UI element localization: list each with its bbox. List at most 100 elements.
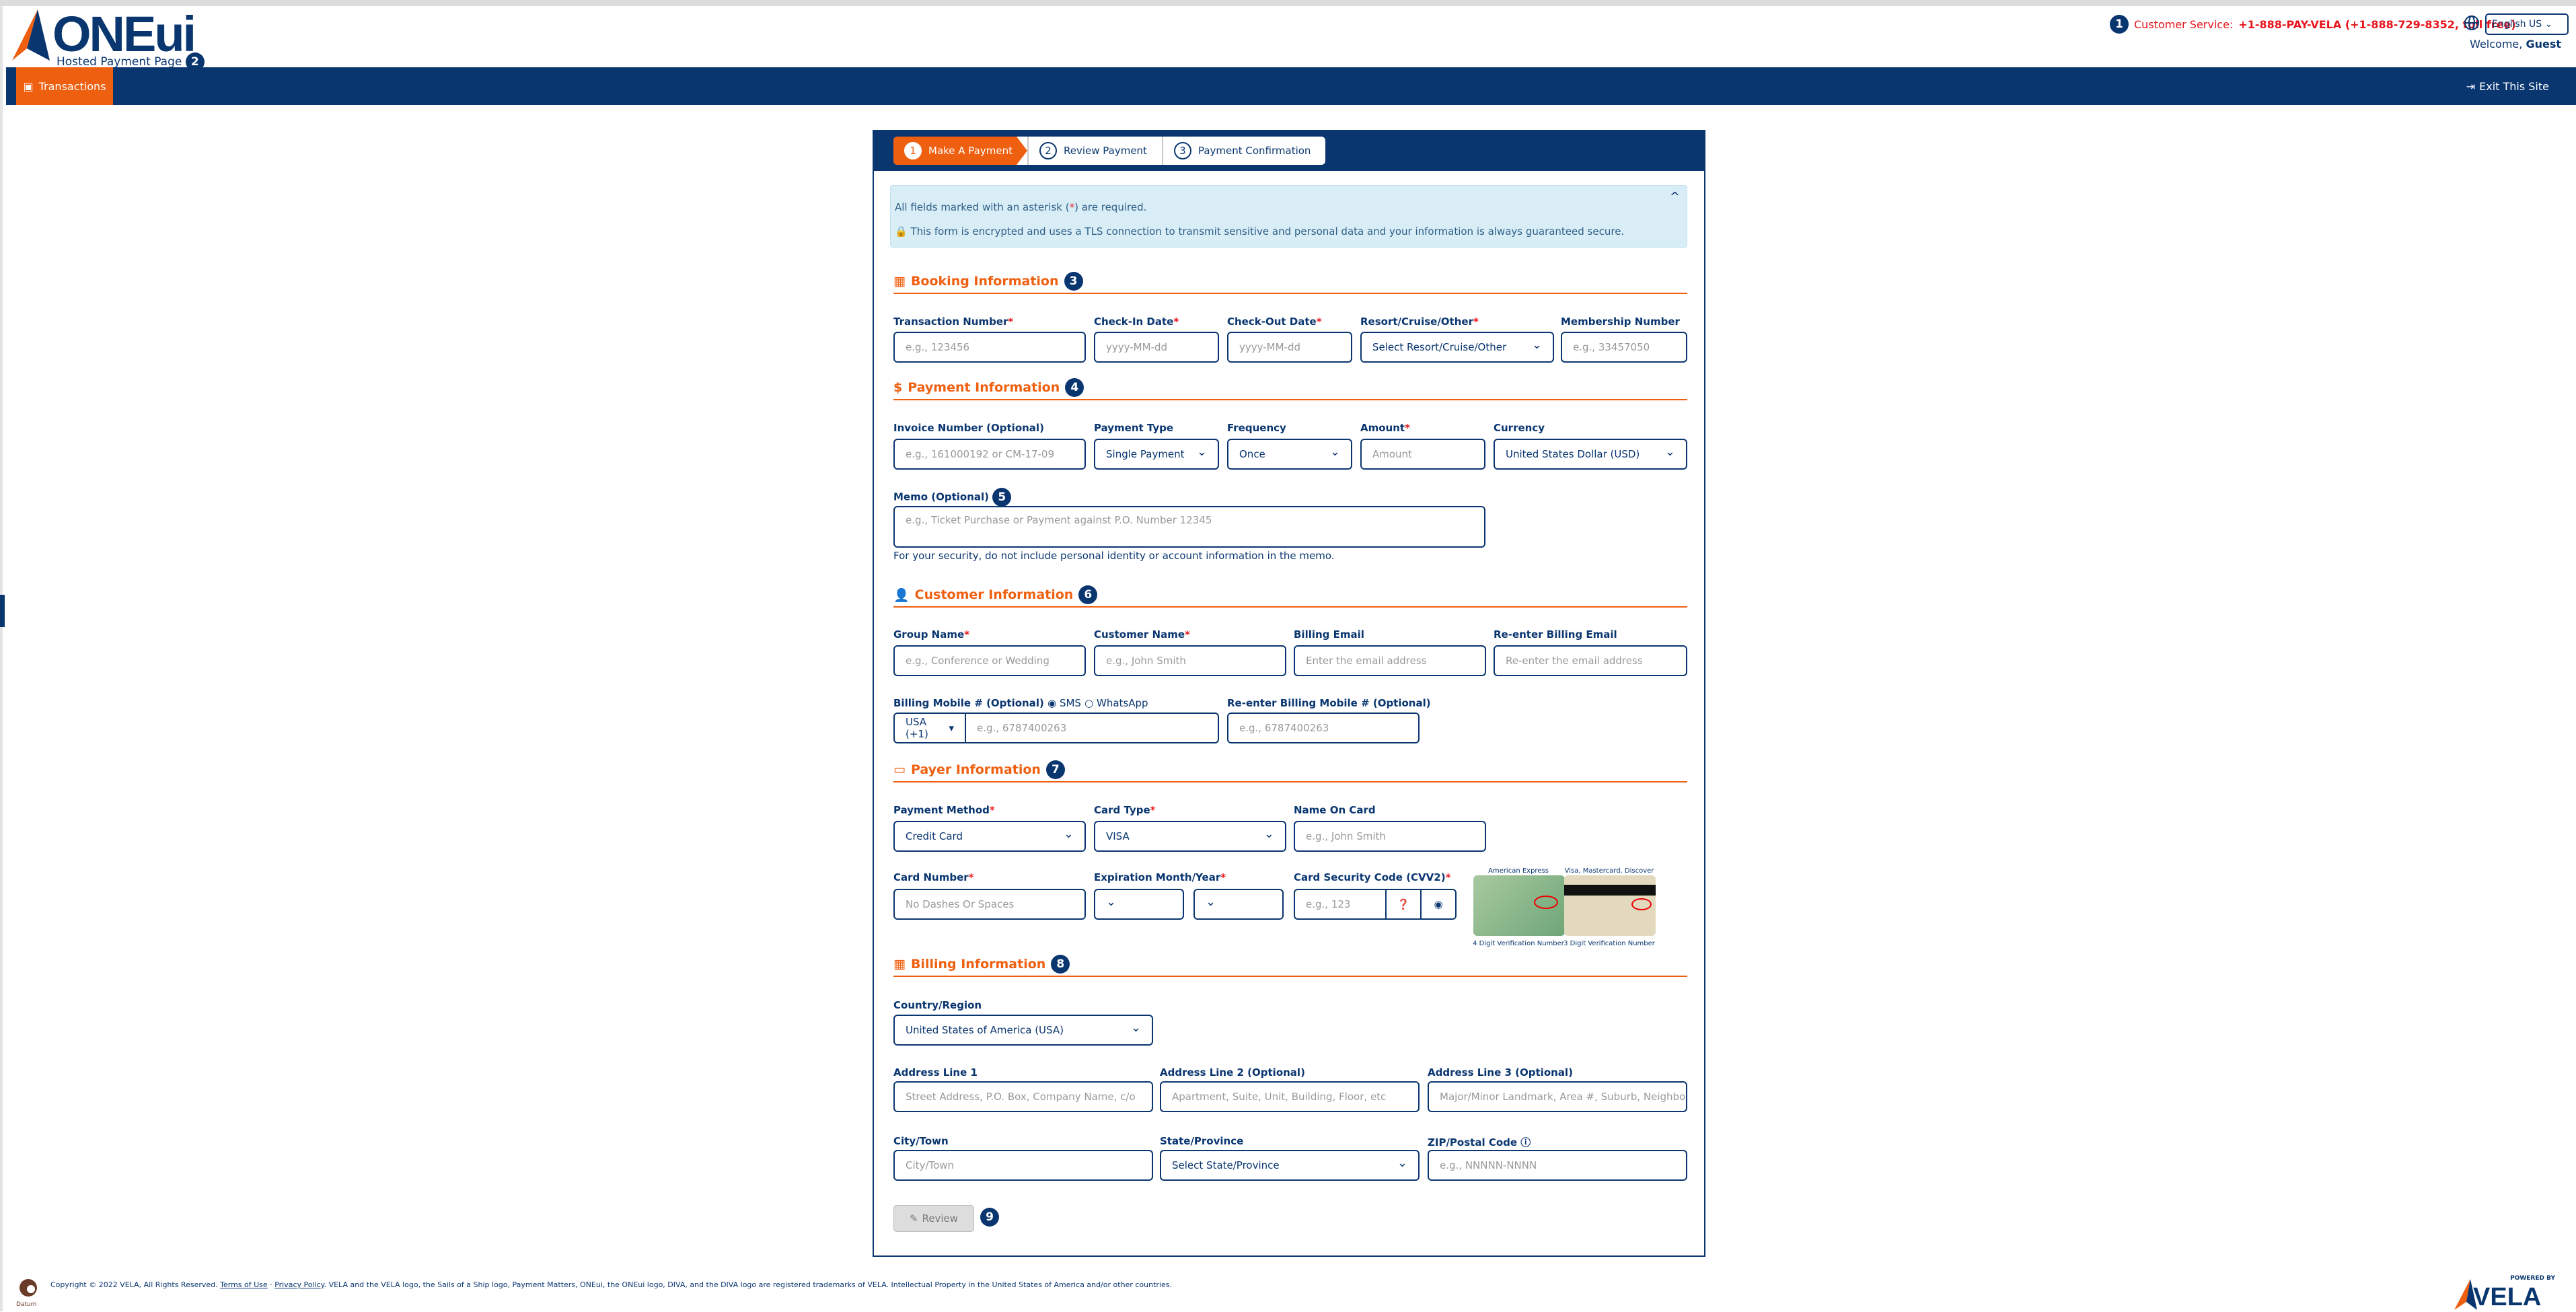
amex-card-image: [1473, 875, 1565, 936]
step-review-payment: 2 Review Payment: [1027, 137, 1162, 165]
booking-section-heading: ▦ Booking Information 3: [893, 270, 1687, 294]
review-button[interactable]: ✎ Review: [893, 1205, 974, 1232]
nav-tab-transactions[interactable]: ▣ Transactions: [16, 67, 113, 105]
name-on-card-label: Name On Card: [1294, 804, 1376, 816]
address2-input[interactable]: Apartment, Suite, Unit, Building, Floor,…: [1160, 1081, 1420, 1112]
building-icon: ▦: [893, 957, 906, 972]
state-select[interactable]: Select State/Province: [1160, 1150, 1420, 1181]
expiration-year-select[interactable]: [1193, 889, 1284, 920]
group-label: Group Name*: [893, 628, 969, 641]
transaction-label: Transaction Number*: [893, 316, 1014, 328]
whatsapp-radio[interactable]: ○ WhatsApp: [1084, 697, 1148, 709]
step-make-payment: 1 Make A Payment: [893, 137, 1027, 165]
exit-site-link[interactable]: ⇥ Exit This Site: [2466, 67, 2549, 105]
card-type-select[interactable]: VISA: [1094, 821, 1286, 852]
transaction-number-input[interactable]: e.g., 123456: [893, 332, 1086, 363]
lock-icon: 🔒: [895, 225, 908, 238]
cvv-input[interactable]: e.g., 123: [1294, 889, 1387, 920]
globe-icon: [2464, 15, 2479, 30]
card-type-label: Card Type*: [1094, 804, 1156, 816]
payment-section-heading: $ Payment Information 4: [893, 376, 1687, 400]
membership-number-input[interactable]: e.g., 33457050: [1561, 332, 1687, 363]
info-icon[interactable]: ⓘ: [1520, 1136, 1531, 1149]
zip-input[interactable]: e.g., NNNNN-NNNN: [1428, 1150, 1687, 1181]
card-number-input[interactable]: No Dashes Or Spaces: [893, 889, 1086, 920]
expiration-month-select[interactable]: [1094, 889, 1184, 920]
address2-label: Address Line 2 (Optional): [1160, 1066, 1305, 1079]
payment-method-select[interactable]: Credit Card: [893, 821, 1086, 852]
expiration-label: Expiration Month/Year*: [1094, 871, 1226, 883]
city-label: City/Town: [893, 1135, 949, 1147]
collapse-chevron-up-icon[interactable]: ^: [1670, 190, 1680, 204]
privacy-link[interactable]: Privacy Policy: [274, 1280, 324, 1289]
dollar-icon: $: [893, 380, 903, 395]
side-scroll-marker[interactable]: [0, 595, 5, 627]
cvv-help-button[interactable]: ❓: [1385, 889, 1422, 920]
stepper-header: 1 Make A Payment 2 Review Payment 3 Payment…: [874, 131, 1704, 171]
payment-form-card: 1 Make A Payment 2 Review Payment 3 Payment…: [873, 130, 1705, 1257]
reenter-mobile-label: Re-enter Billing Mobile # (Optional): [1227, 697, 1431, 709]
language-select[interactable]: English US ⌄: [2485, 13, 2569, 35]
eye-icon: ◉: [1434, 898, 1443, 910]
address3-input[interactable]: Major/Minor Landmark, Area #, Suburb, Ne…: [1428, 1081, 1687, 1112]
cvv-show-button[interactable]: ◉: [1420, 889, 1457, 920]
group-name-input[interactable]: e.g., Conference or Wedding: [893, 645, 1086, 676]
visa-title: Visa, Mastercard, Discover: [1564, 867, 1654, 875]
cs-label: Customer Service:: [2134, 17, 2234, 31]
currency-select[interactable]: United States Dollar (USD): [1494, 439, 1687, 470]
name-on-card-input[interactable]: e.g., John Smith: [1294, 821, 1486, 852]
powered-by-vela-logo: POWERED BY VELA: [2453, 1275, 2555, 1311]
required-note: All fields marked with an asterisk (*) a…: [895, 201, 1147, 213]
payer-section-heading: ▭ Payer Information 7: [893, 758, 1687, 782]
mobile-label: Billing Mobile # (Optional) ◉ SMS ○ What…: [893, 697, 1148, 709]
browser-top-bar: [0, 0, 2576, 6]
datum-logo: Datum: [16, 1278, 40, 1308]
payment-method-label: Payment Method*: [893, 804, 995, 816]
country-select[interactable]: United States of America (USA): [893, 1015, 1153, 1046]
address1-label: Address Line 1: [893, 1066, 978, 1079]
building-icon: ▦: [893, 274, 906, 289]
address1-input[interactable]: Street Address, P.O. Box, Company Name, …: [893, 1081, 1153, 1112]
mobile-input[interactable]: e.g., 6787400263: [965, 713, 1219, 743]
memo-note: For your security, do not include person…: [893, 550, 1335, 562]
resort-label: Resort/Cruise/Other*: [1360, 316, 1479, 328]
left-border: [0, 6, 3, 1311]
customer-name-label: Customer Name*: [1094, 628, 1190, 641]
payment-type-label: Payment Type: [1094, 422, 1174, 434]
frequency-label: Frequency: [1227, 422, 1286, 434]
customer-section-heading: 👤 Customer Information 6: [893, 583, 1687, 608]
resort-select[interactable]: Select Resort/Cruise/Other: [1360, 332, 1554, 363]
billing-email-input[interactable]: Enter the email address: [1294, 645, 1486, 676]
zip-label: ZIP/Postal Code ⓘ: [1428, 1136, 1531, 1149]
terms-link[interactable]: Terms of Use: [220, 1280, 268, 1289]
cvv-label: Card Security Code (CVV2)*: [1294, 871, 1451, 883]
checkin-date-input[interactable]: yyyy-MM-dd: [1094, 332, 1219, 363]
state-label: State/Province: [1160, 1135, 1244, 1147]
currency-label: Currency: [1494, 422, 1545, 434]
billing-email-label: Billing Email: [1294, 628, 1364, 641]
address3-label: Address Line 3 (Optional): [1428, 1066, 1573, 1079]
invoice-number-input[interactable]: e.g., 161000192 or CM-17-09: [893, 439, 1086, 470]
customer-name-input[interactable]: e.g., John Smith: [1094, 645, 1286, 676]
reenter-email-input[interactable]: Re-enter the email address: [1494, 645, 1687, 676]
country-code-dropdown[interactable]: USA (+1) ▾: [893, 713, 966, 743]
memo-label: Memo (Optional) 5: [893, 488, 1012, 507]
payment-type-select[interactable]: Single Payment: [1094, 439, 1219, 470]
memo-textarea[interactable]: e.g., Ticket Purchase or Payment against…: [893, 506, 1485, 548]
visa-card-image: [1564, 875, 1656, 936]
billing-section-heading: ▦ Billing Information 8: [893, 953, 1687, 977]
step-payment-confirmation: 3 Payment Confirmation: [1161, 137, 1325, 165]
sms-radio[interactable]: ◉ SMS: [1047, 697, 1081, 709]
city-input[interactable]: City/Town: [893, 1150, 1153, 1181]
reenter-mobile-input[interactable]: e.g., 6787400263: [1227, 713, 1420, 743]
welcome-text: Welcome, Guest: [2470, 38, 2561, 50]
reenter-email-label: Re-enter Billing Email: [1494, 628, 1617, 641]
checkout-date-input[interactable]: yyyy-MM-dd: [1227, 332, 1352, 363]
amount-input[interactable]: Amount: [1360, 439, 1485, 470]
frequency-select[interactable]: Once: [1227, 439, 1352, 470]
question-icon: ❓: [1397, 898, 1410, 910]
nav-bar: [6, 67, 2576, 105]
transactions-icon: ▣: [23, 79, 34, 93]
user-icon: 👤: [893, 587, 910, 603]
stepper: 1 Make A Payment 2 Review Payment 3 Payment…: [893, 137, 1326, 165]
